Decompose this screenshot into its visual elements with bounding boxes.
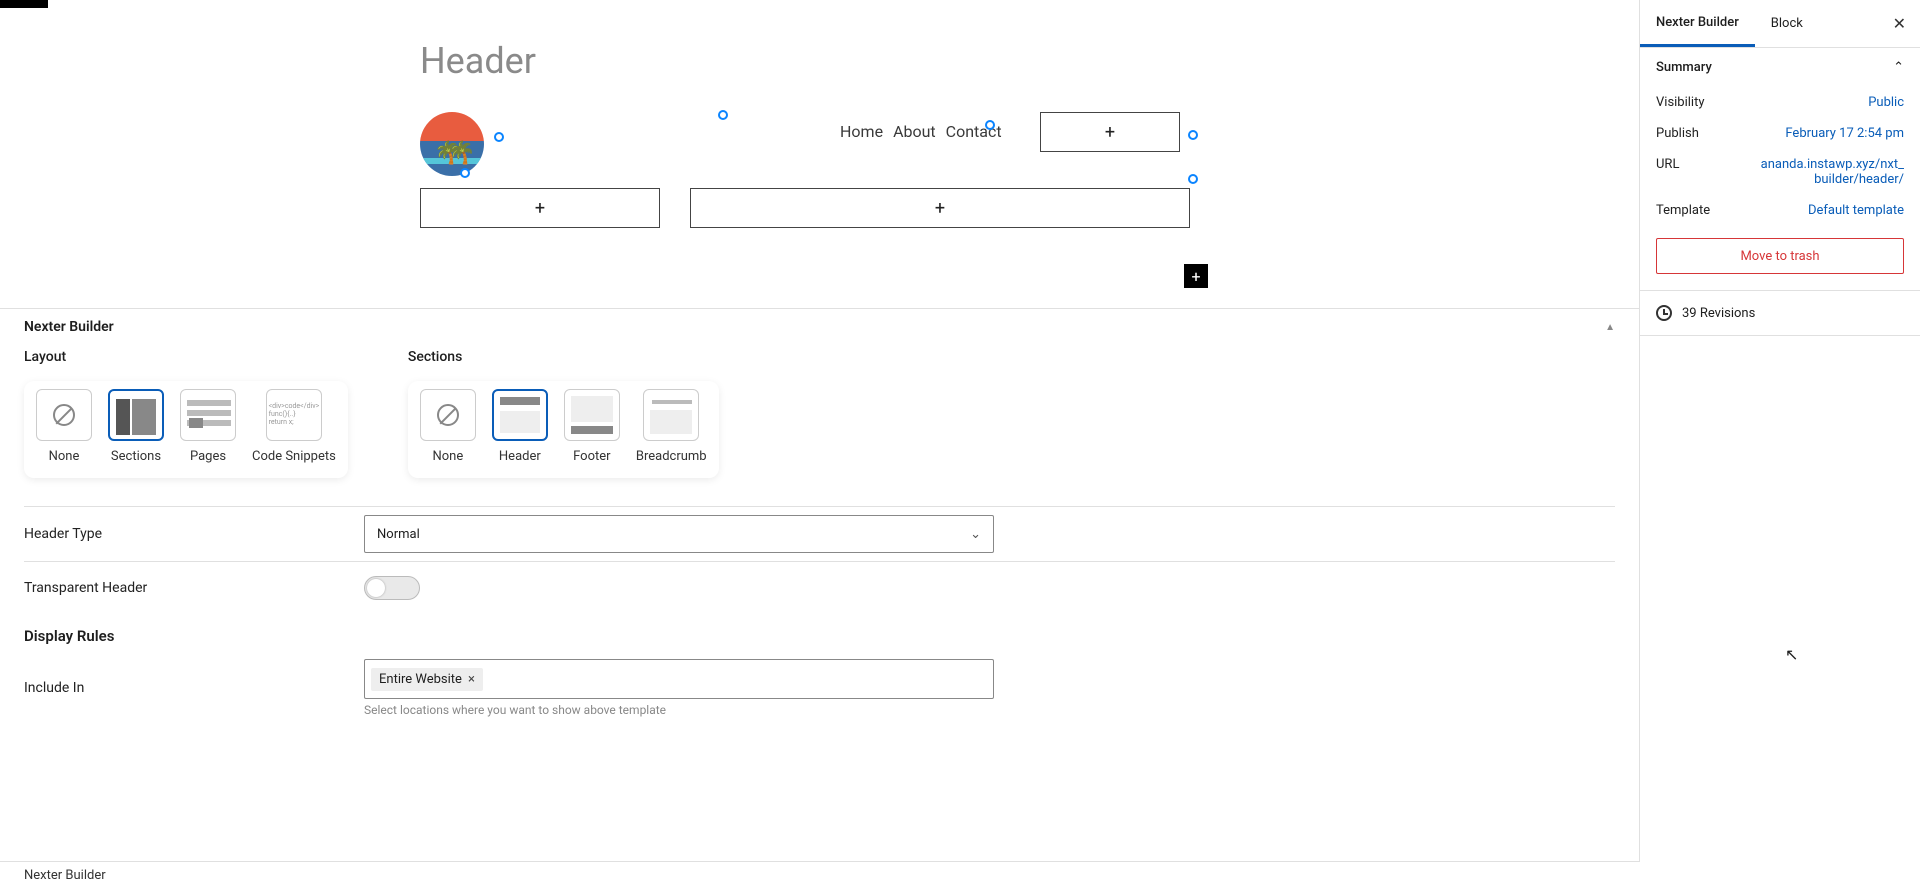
- remove-tag-icon[interactable]: ×: [468, 672, 475, 687]
- breadcrumb[interactable]: Nexter Builder: [0, 861, 1640, 889]
- include-tag[interactable]: Entire Website ×: [371, 668, 483, 691]
- resize-handle[interactable]: [718, 110, 728, 120]
- url-label: URL: [1656, 157, 1679, 187]
- layout-options: None Sections Pages <div>cod: [24, 381, 348, 478]
- publish-value[interactable]: February 17 2:54 pm: [1785, 126, 1904, 141]
- section-option-header[interactable]: Header: [492, 389, 548, 464]
- layout-option-code-snippets[interactable]: <div>code</div>func(){..}return x; Code …: [252, 389, 336, 464]
- header-type-label: Header Type: [24, 526, 364, 542]
- sections-group-label: Sections: [408, 349, 719, 365]
- header-block[interactable]: 🌴 🌴 Home About Contact +: [420, 112, 1190, 228]
- display-rules-title: Display Rules: [24, 613, 1615, 651]
- resize-handle[interactable]: [1188, 174, 1198, 184]
- visibility-value[interactable]: Public: [1868, 95, 1904, 110]
- visibility-label: Visibility: [1656, 95, 1705, 110]
- logo-image: 🌴 🌴: [420, 112, 484, 176]
- resize-handle[interactable]: [1188, 130, 1198, 140]
- include-in-hint: Select locations where you want to show …: [364, 703, 1615, 717]
- site-logo[interactable]: 🌴 🌴: [420, 112, 500, 176]
- plus-icon: +: [1105, 122, 1115, 143]
- tab-nexter-builder[interactable]: Nexter Builder: [1640, 0, 1755, 47]
- section-options: None Header Footer: [408, 381, 719, 478]
- close-sidebar-button[interactable]: ✕: [1879, 14, 1920, 33]
- tab-block[interactable]: Block: [1755, 0, 1819, 47]
- layout-group-label: Layout: [24, 349, 348, 365]
- none-icon: [437, 404, 459, 426]
- add-block-button[interactable]: +: [1040, 112, 1180, 152]
- chevron-up-icon: ⌃: [1893, 60, 1904, 75]
- topbar-stub: [0, 0, 48, 8]
- layout-option-pages[interactable]: Pages: [180, 389, 236, 464]
- plus-icon: +: [935, 198, 945, 219]
- plus-icon: +: [535, 198, 545, 219]
- header-type-value: Normal: [377, 527, 420, 542]
- layout-option-none[interactable]: None: [36, 389, 92, 464]
- section-option-footer[interactable]: Footer: [564, 389, 620, 464]
- add-block-button[interactable]: +: [690, 188, 1190, 228]
- page-title[interactable]: Header: [420, 40, 1639, 82]
- section-option-breadcrumb[interactable]: Breadcrumb: [636, 389, 707, 464]
- panel-title: Nexter Builder: [24, 319, 114, 335]
- section-option-none[interactable]: None: [420, 389, 476, 464]
- resize-handle[interactable]: [494, 132, 504, 142]
- chevron-down-icon: ⌄: [970, 527, 981, 542]
- collapse-icon: ▲: [1605, 322, 1615, 333]
- add-section-after-button[interactable]: +: [1184, 264, 1208, 288]
- none-icon: [53, 404, 75, 426]
- transparent-header-toggle[interactable]: [364, 576, 420, 600]
- header-type-select[interactable]: Normal ⌄: [364, 515, 994, 553]
- revisions-link[interactable]: 39 Revisions: [1640, 291, 1920, 335]
- layout-option-sections[interactable]: Sections: [108, 389, 164, 464]
- settings-sidebar: Nexter Builder Block ✕ Summary ⌃ Visibil…: [1640, 0, 1920, 889]
- nav-item-home[interactable]: Home: [840, 122, 883, 141]
- publish-label: Publish: [1656, 126, 1699, 141]
- template-label: Template: [1656, 203, 1710, 218]
- add-block-button[interactable]: +: [420, 188, 660, 228]
- resize-handle[interactable]: [985, 120, 995, 130]
- nav-menu[interactable]: Home About Contact: [840, 122, 1002, 141]
- url-value[interactable]: ananda.instawp.xyz/nxt_builder/header/: [1754, 157, 1904, 187]
- nav-item-about[interactable]: About: [893, 122, 936, 141]
- move-to-trash-button[interactable]: Move to trash: [1656, 238, 1904, 274]
- panel-header[interactable]: Nexter Builder ▲: [0, 309, 1639, 345]
- template-value[interactable]: Default template: [1808, 203, 1904, 218]
- summary-header[interactable]: Summary ⌃: [1640, 48, 1920, 87]
- include-in-label: Include In: [24, 680, 364, 696]
- transparent-header-label: Transparent Header: [24, 580, 364, 596]
- resize-handle[interactable]: [460, 168, 470, 178]
- history-icon: [1656, 305, 1672, 321]
- include-in-input[interactable]: Entire Website ×: [364, 659, 994, 699]
